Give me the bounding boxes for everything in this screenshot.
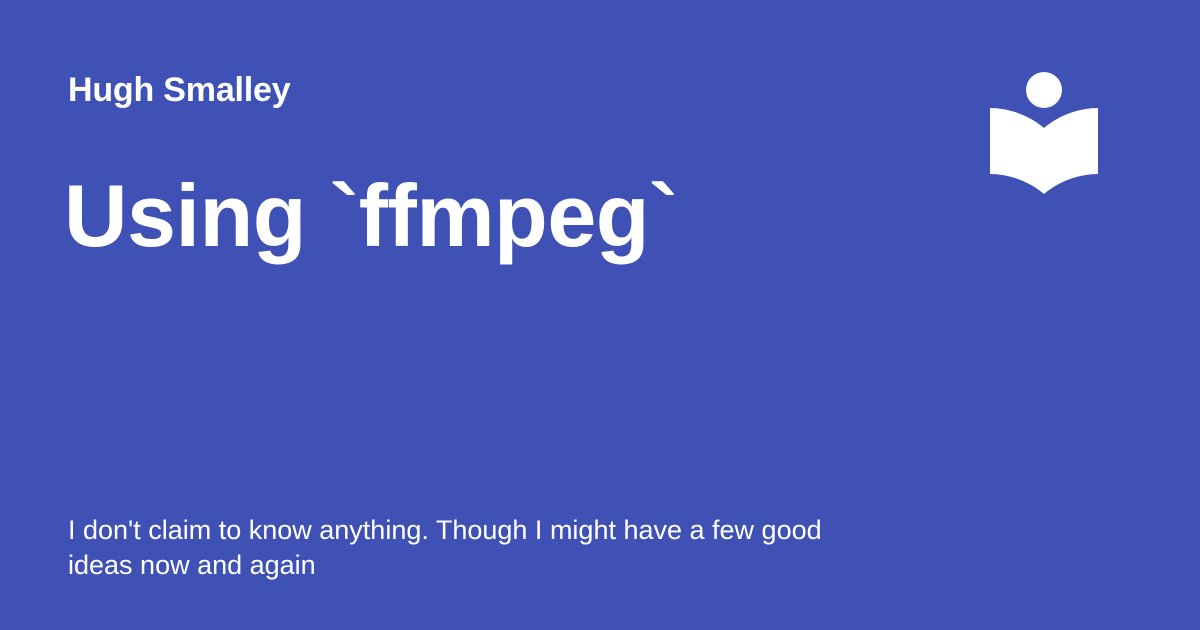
reader-book-icon xyxy=(988,70,1100,198)
author-name: Hugh Smalley xyxy=(68,71,291,109)
site-description: I don't claim to know anything. Though I… xyxy=(68,515,822,580)
social-preview-card: Hugh Smalley Using `ffmpeg` I don't clai… xyxy=(0,0,1200,630)
post-title: Using `ffmpeg` xyxy=(64,166,678,265)
